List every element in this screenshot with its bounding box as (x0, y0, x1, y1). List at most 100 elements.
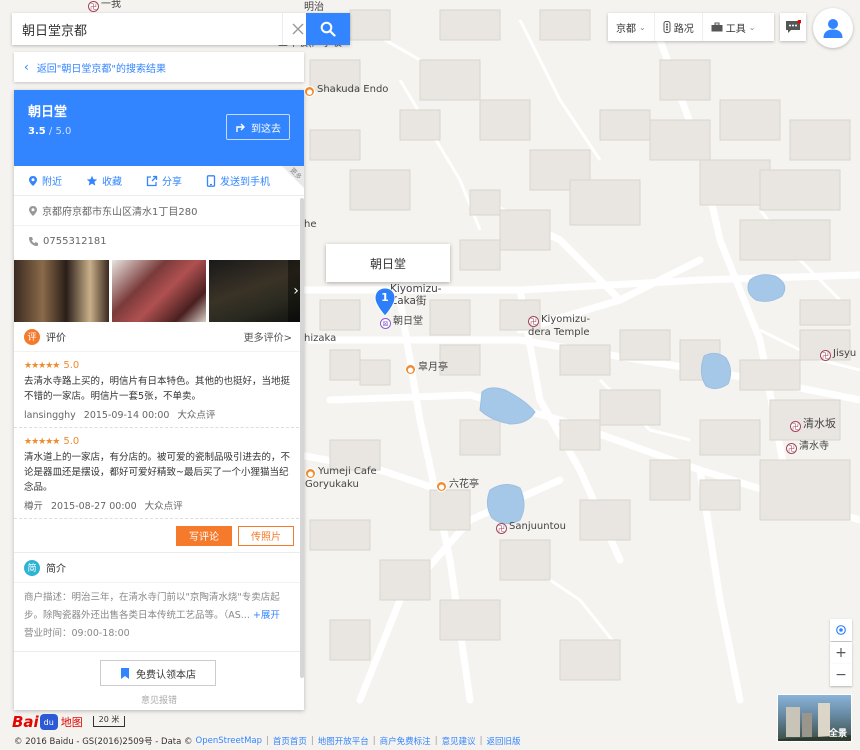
nearby-label: 附近 (42, 177, 62, 188)
minus-icon: − (835, 667, 847, 683)
separator: | (434, 736, 438, 746)
back-to-results-link[interactable]: ‹ 返回"朝日堂京都"的搜索结果 (14, 52, 304, 82)
map-label-sanjuntou[interactable]: 卍 Sanjuuntou (496, 521, 566, 534)
star-rating-icon: ★★★★★ (24, 436, 60, 447)
upload-photo-button[interactable]: 传照片 (238, 525, 294, 546)
baidu-map-logo[interactable]: Bai du 地图 (12, 713, 83, 731)
home-link[interactable]: 首页首页 (273, 735, 307, 747)
shop-photo[interactable] (111, 260, 207, 322)
map-label-jisyu[interactable]: 卍Jisyu S (820, 348, 860, 361)
message-icon (786, 20, 801, 33)
map-label-yumeji[interactable]: ● Yumeji Cafe Goryukaku (305, 466, 377, 491)
locate-me-button[interactable] (830, 619, 852, 641)
locate-icon (836, 625, 846, 635)
panorama-thumbnail[interactable]: 全景 (777, 694, 852, 742)
restaurant-icon: ● (405, 364, 416, 375)
message-button[interactable] (780, 13, 806, 41)
star-rating-icon: ★★★★★ (24, 360, 60, 371)
location-pin-icon (29, 205, 37, 216)
label-text: Shakuda Endo (317, 84, 389, 95)
separator: | (310, 736, 314, 746)
logo-text: 地图 (60, 716, 83, 729)
review-text: 去清水寺路上买的，明信片有日本特色。其他的也挺好，当地挺不错的一家店。明信片一套… (24, 376, 291, 402)
label-text: 朝日堂 (393, 316, 423, 327)
review-user: lansingghy (24, 410, 76, 421)
label-text: 一我 (101, 0, 121, 10)
more-reviews-link[interactable]: 更多评价> (244, 329, 292, 344)
share-button[interactable]: 分享 (146, 173, 182, 188)
map-label-kiyomizudera[interactable]: 卍清水寺 (786, 441, 829, 454)
shop-icon: ⊠ (380, 318, 391, 329)
map-label-he: he (304, 219, 317, 231)
search-input[interactable] (12, 13, 274, 45)
free-listing-link[interactable]: 商户免费标注 (380, 735, 431, 747)
zoom-out-button[interactable]: − (830, 664, 852, 686)
label-text: 清水寺 (799, 441, 829, 452)
label-text: Kiyomizu-Zaka街 (390, 283, 442, 307)
phone-text[interactable]: 0755312181 (43, 236, 107, 247)
share-icon (146, 175, 158, 186)
search-icon (320, 21, 336, 37)
old-version-link[interactable]: 返回旧版 (486, 735, 520, 747)
temple-icon: 卍 (528, 316, 539, 327)
restaurant-icon: ● (304, 86, 315, 97)
review-user: 樽亓 (24, 501, 44, 512)
logo-paw-icon: du (39, 714, 58, 730)
expand-link[interactable]: +展开 (253, 610, 280, 621)
panel-scrollbar[interactable] (300, 198, 304, 678)
favorite-button[interactable]: 收藏 (86, 173, 122, 188)
review-source: 大众点评 (144, 501, 183, 512)
separator: | (266, 736, 269, 746)
map-label-rokkatei[interactable]: ● 六花亭 (436, 479, 479, 492)
temple-icon: 卍 (88, 1, 99, 12)
city-selector[interactable]: 京都 ⌄ (608, 13, 655, 41)
rating-total: / 5.0 (45, 126, 72, 137)
nearby-button[interactable]: 附近 (28, 173, 62, 188)
map-callout[interactable]: 朝日堂 (326, 244, 450, 282)
map-label-seisuizaka[interactable]: 卍清水坂 (790, 418, 836, 432)
favorite-label: 收藏 (102, 177, 122, 188)
open-platform-link[interactable]: 地图开放平台 (318, 735, 369, 747)
map-label-kiyomizudera-temple[interactable]: 卍 Kiyomizu-dera Temple (528, 314, 594, 339)
shop-photo[interactable] (14, 260, 109, 322)
osm-link[interactable]: OpenStreetMap (196, 736, 262, 746)
review-source: 大众点评 (177, 410, 216, 421)
review-item: ★★★★★ 5.0 清水道上的一家店，有分店的。被可爱的瓷制品吸引进去的，不论是器… (14, 428, 304, 519)
send-to-phone-button[interactable]: 发送到手机 (206, 173, 270, 188)
review-date: 2015-09-14 00:00 (83, 410, 170, 421)
rating-value: 3.5 (28, 126, 46, 137)
temple-icon: 卍 (790, 421, 801, 432)
map-toolbar: 京都 ⌄ 路况 工具 ⌄ (608, 13, 774, 41)
directions-button[interactable]: 到这去 (226, 114, 290, 140)
search-button[interactable] (306, 13, 350, 45)
corner-tag[interactable]: 更多 (282, 166, 304, 188)
reviews-header: 评 评价 更多评价> (14, 322, 304, 352)
tools-label: 工具 (725, 23, 746, 35)
write-review-button[interactable]: 写评论 (176, 525, 232, 546)
user-icon (823, 19, 843, 38)
place-detail-panel: 朝日堂 3.5 / 5.0 到这去 附近 收藏 分享 发送到手机 更多 京都府京… (14, 90, 304, 710)
opening-hours: 营业时间：09:00-18:00 (14, 625, 304, 652)
map-label-asahido[interactable]: ⊠ 朝日堂 (380, 316, 423, 329)
panorama-label: 全景 (828, 729, 847, 739)
review-item: ★★★★★ 5.0 去清水寺路上买的，明信片有日本特色。其他的也挺好，当地挺不错的… (14, 352, 304, 428)
chevron-down-icon: ⌄ (748, 22, 756, 32)
report-error-link[interactable]: 意见报错 (14, 693, 304, 706)
label-text: 明治 (304, 2, 324, 13)
map-label-kagetsu[interactable]: ● 皐月亭 (405, 362, 448, 375)
place-title: 朝日堂 (28, 105, 68, 120)
label-text: 皐月亭 (418, 362, 448, 373)
label-text: Yumeji Cafe Goryukaku (305, 466, 377, 490)
traffic-button[interactable]: 路况 (655, 13, 703, 41)
reviews-title: 评价 (46, 333, 66, 344)
telephone-icon (29, 236, 38, 246)
intro-header: 简 简介 (14, 553, 304, 583)
zoom-in-button[interactable]: + (830, 642, 852, 664)
user-avatar[interactable] (813, 8, 853, 48)
copyright-bar: © 2016 Baidu - GS(2016)2509号 - Data © Op… (14, 735, 520, 747)
map-label-ichiban: 卍一我 (88, 0, 121, 12)
feedback-link[interactable]: 意见建议 (442, 735, 476, 747)
tools-menu[interactable]: 工具 ⌄ (703, 13, 764, 41)
location-pin-icon[interactable]: 1 (374, 287, 396, 317)
claim-shop-button[interactable]: 免费认领本店 (100, 660, 216, 686)
